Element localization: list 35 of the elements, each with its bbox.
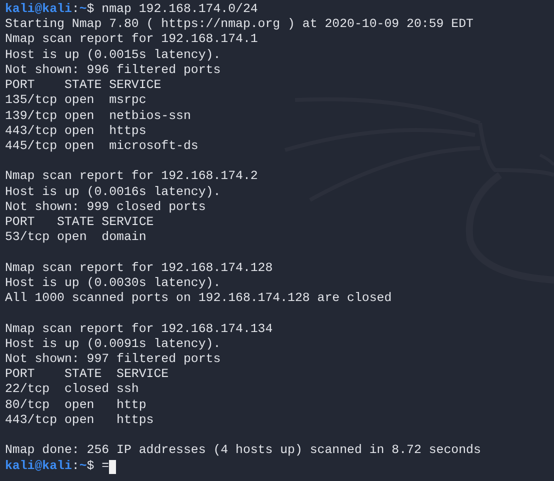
prompt-user-host: kali@kali	[5, 2, 72, 18]
output-line: Nmap done: 256 IP addresses (4 hosts up) scanned in 8.72 seconds	[5, 443, 481, 459]
output-line: Host is up (0.0030s latency).	[5, 276, 221, 292]
output-line: 80/tcp open http	[5, 398, 146, 413]
output-line: 53/tcp open domain	[5, 230, 146, 246]
output-line: Nmap scan report for 192.168.174.1	[5, 32, 258, 48]
output-line: 139/tcp open netbios-ssn	[5, 108, 191, 124]
command-text: =	[102, 458, 110, 474]
prompt-symbol: $	[86, 2, 94, 18]
output-line: Not shown: 997 filtered ports	[5, 352, 221, 368]
output-line: All 1000 scanned ports on 192.168.174.128 are closed	[5, 291, 392, 306]
output-line: PORT STATE SERVICE	[5, 215, 154, 230]
output-line: PORT STATE SERVICE	[5, 367, 169, 382]
output-line: Not shown: 999 closed ports	[5, 200, 206, 216]
prompt-colon: :	[72, 2, 80, 18]
output-line: Nmap scan report for 192.168.174.134	[5, 322, 273, 337]
output-line: 443/tcp open https	[5, 124, 146, 139]
output-line: Host is up (0.0091s latency).	[5, 336, 221, 352]
output-line: Nmap scan report for 192.168.174.2	[5, 169, 258, 185]
output-line: 445/tcp open microsoft-ds	[5, 138, 198, 154]
output-line: Nmap scan report for 192.168.174.128	[5, 260, 273, 276]
prompt-symbol: $	[86, 458, 94, 474]
prompt-path: ~	[79, 2, 87, 18]
output-line: 135/tcp open msrpc	[5, 93, 146, 109]
command-text: nmap 192.168.174.0/24	[102, 2, 258, 18]
output-line: Host is up (0.0015s latency).	[5, 48, 221, 63]
prompt-path: ~	[79, 458, 87, 474]
output-line: 443/tcp open https	[5, 412, 154, 428]
output-line: Not shown: 996 filtered ports	[5, 62, 221, 78]
output-line: Starting Nmap 7.80 ( https://nmap.org ) at 2020-10-09 20:59 EDT	[5, 17, 474, 32]
prompt-colon: :	[72, 458, 80, 474]
output-line: PORT STATE SERVICE	[5, 78, 162, 94]
output-line: Host is up (0.0016s latency).	[5, 184, 221, 200]
output-line: 22/tcp closed ssh	[5, 382, 139, 398]
prompt-user-host: kali@kali	[5, 458, 72, 474]
